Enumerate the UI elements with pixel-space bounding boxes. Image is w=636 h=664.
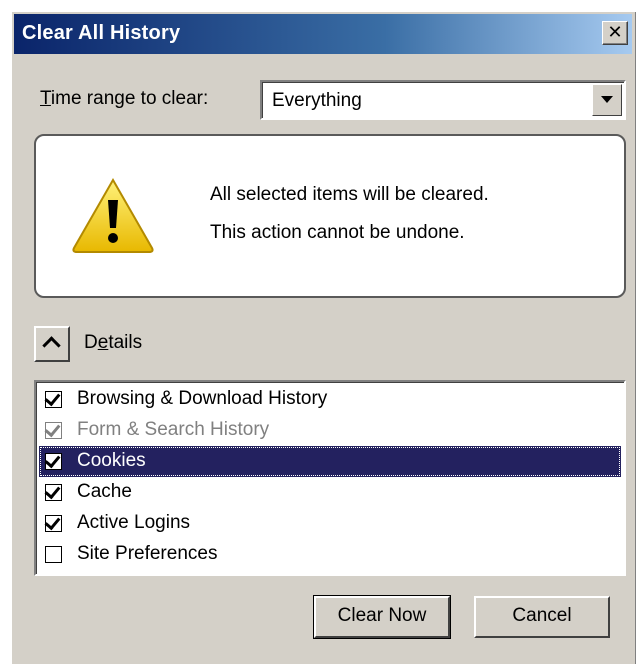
list-item-label: Form & Search History (77, 419, 270, 440)
checkbox[interactable] (44, 451, 62, 470)
time-range-value: Everything (272, 90, 362, 111)
close-button[interactable]: ✕ (602, 21, 628, 45)
check-icon (44, 420, 61, 438)
chevron-down-icon[interactable] (592, 84, 622, 116)
time-range-label-text: ime range to clear: (50, 88, 209, 109)
dialog-title: Clear All History (22, 22, 181, 44)
close-icon: ✕ (607, 22, 623, 42)
checkbox[interactable] (45, 546, 62, 563)
list-item-label: Cookies (77, 450, 146, 471)
list-item[interactable]: Browsing & Download History (39, 384, 621, 415)
cancel-button[interactable]: Cancel (474, 596, 610, 638)
list-item[interactable]: Cache (39, 477, 621, 508)
clear-history-dialog: Clear All History ✕ Time range to clear:… (10, 10, 636, 664)
warning-icon (72, 177, 154, 253)
warning-line-1: All selected items will be cleared. (210, 184, 489, 205)
details-label-mnemonic: e (97, 332, 109, 353)
warning-line-2: This action cannot be undone. (210, 222, 465, 243)
checkbox[interactable] (44, 482, 62, 501)
list-item[interactable]: Active Logins (39, 508, 621, 539)
list-item[interactable]: Cookies (39, 446, 621, 477)
warning-panel: All selected items will be cleared. This… (34, 134, 626, 298)
details-toggle-button[interactable] (34, 326, 70, 362)
check-icon (44, 451, 61, 469)
list-item[interactable]: Form & Search History (39, 415, 621, 446)
list-item-label: Site Preferences (77, 543, 218, 564)
list-item-label: Browsing & Download History (77, 388, 328, 409)
list-item[interactable]: Site Preferences (39, 539, 621, 570)
details-label-pre: D (84, 332, 98, 353)
time-range-select[interactable]: Everything (260, 80, 626, 120)
checkbox[interactable] (44, 513, 62, 532)
check-icon (44, 482, 61, 500)
details-label[interactable]: Details (84, 332, 142, 354)
check-icon (44, 389, 61, 407)
check-icon (44, 513, 61, 531)
clear-now-button[interactable]: Clear Now (313, 595, 451, 639)
title-bar[interactable]: Clear All History ✕ (14, 14, 632, 54)
checkbox (44, 420, 62, 439)
list-item-label: Cache (77, 481, 132, 502)
time-range-label-mnemonic: T (40, 88, 51, 109)
details-label-post: tails (108, 332, 143, 353)
time-range-label: Time range to clear: (40, 88, 208, 110)
checkbox[interactable] (44, 389, 62, 408)
history-items-list[interactable]: Browsing & Download History Form & Search… (34, 380, 626, 576)
list-item-label: Active Logins (77, 512, 191, 533)
